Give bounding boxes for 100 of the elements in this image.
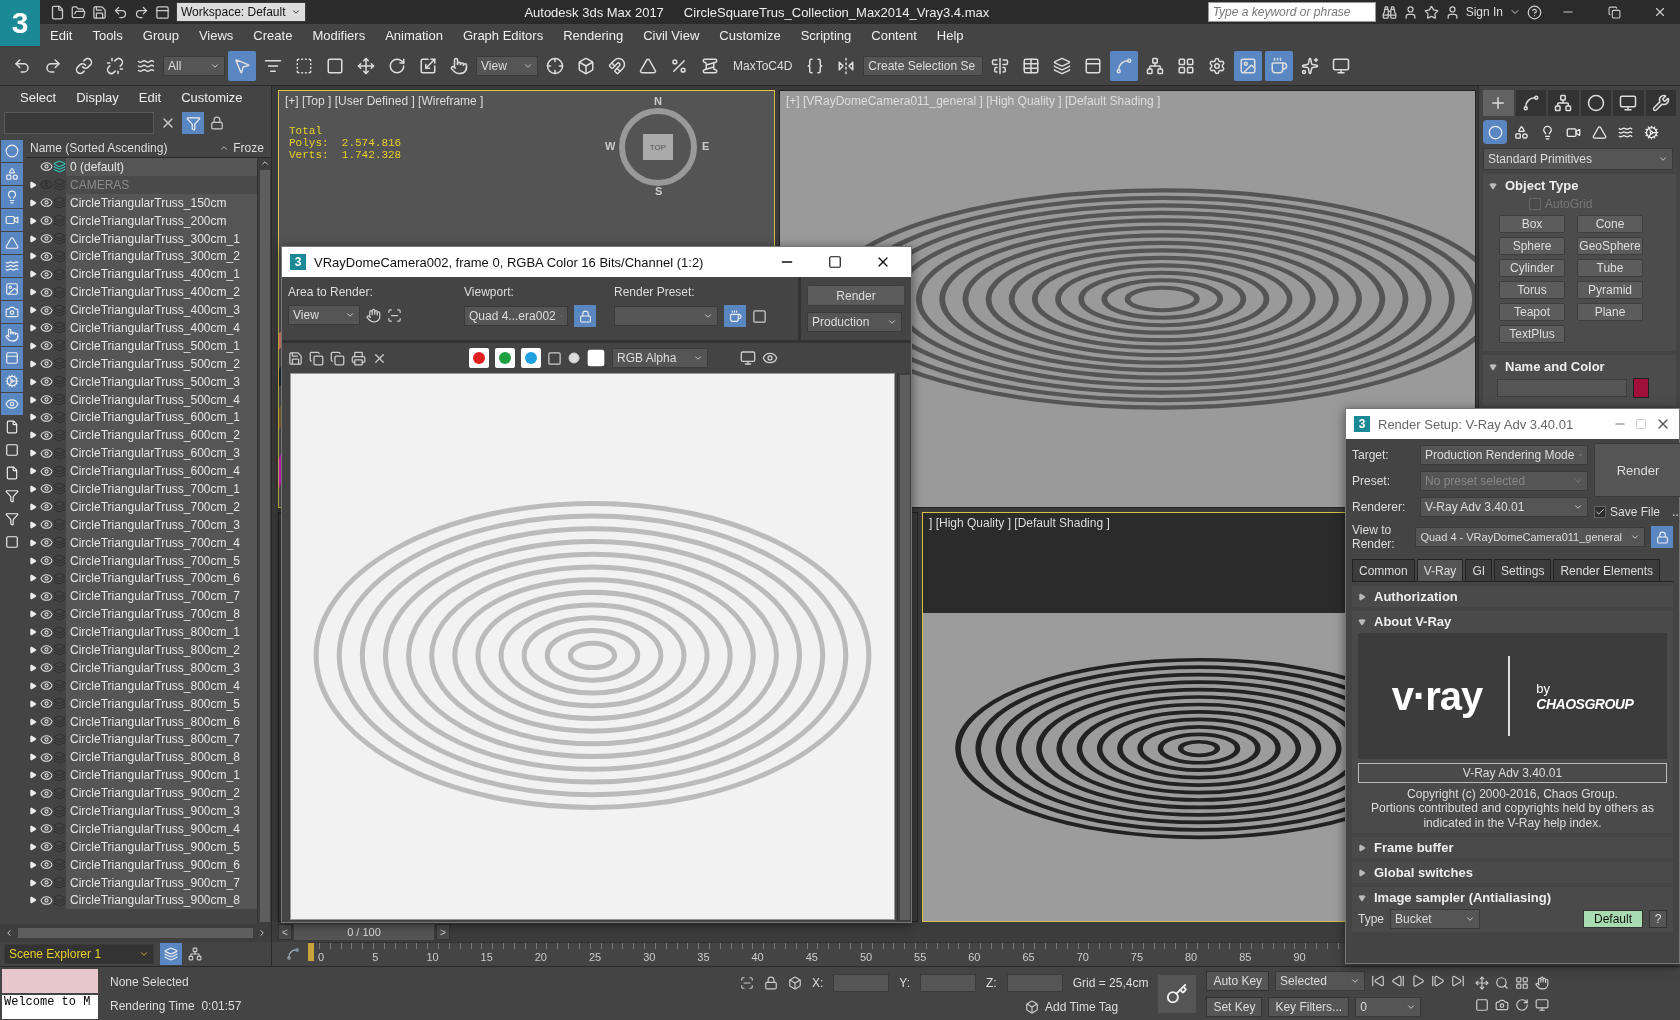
visibility-eye-icon[interactable] <box>40 554 53 568</box>
help-button[interactable]: ? <box>1649 910 1667 929</box>
visibility-eye-icon[interactable] <box>40 876 53 890</box>
swatch-icon[interactable] <box>586 348 606 368</box>
layer-name[interactable]: CircleTriangularTruss_800cm_1 <box>66 623 257 642</box>
layer-name[interactable]: CircleTriangularTruss_600cm_3 <box>66 444 257 463</box>
coordinate-field[interactable] <box>920 973 977 992</box>
primitive-button[interactable]: Box <box>1499 215 1565 233</box>
toolbar-dropdown[interactable]: All <box>163 55 225 76</box>
visibility-eye-icon[interactable] <box>40 750 53 764</box>
rollout-header[interactable]: Name and Color <box>1505 359 1605 374</box>
render-button[interactable]: Render <box>1594 443 1680 497</box>
visibility-eye-icon[interactable] <box>40 625 53 639</box>
rollout-header[interactable]: Authorization <box>1374 589 1458 604</box>
next-frame-icon[interactable] <box>1431 973 1446 988</box>
rollout-caret-icon[interactable] <box>1358 617 1366 626</box>
pointer-icon[interactable] <box>1 324 23 346</box>
new-file-icon[interactable] <box>50 4 65 20</box>
wrench-icon[interactable] <box>1645 90 1676 116</box>
copy-icon[interactable] <box>309 350 324 366</box>
lock-icon[interactable] <box>574 305 596 327</box>
viewcube-face[interactable]: TOP <box>643 134 673 160</box>
frame-marker[interactable] <box>308 943 314 961</box>
maximize-viewport-icon[interactable] <box>1535 997 1550 1012</box>
visibility-eye-icon[interactable] <box>40 428 53 442</box>
visibility-eye-icon[interactable] <box>40 643 53 657</box>
listener-field[interactable] <box>2 968 98 993</box>
primitive-button[interactable]: TextPlus <box>1499 325 1565 343</box>
viewport-label[interactable]: [+] [Top ] [User Defined ] [Wireframe ] <box>285 94 484 108</box>
visibility-eye-icon[interactable] <box>40 303 53 317</box>
view-dropdown[interactable]: Quad 4 - VRayDomeCamera011_general <box>1415 527 1646 547</box>
move-icon[interactable] <box>1475 975 1490 990</box>
visibility-eye-icon[interactable] <box>40 321 53 335</box>
pan-icon[interactable] <box>1535 975 1550 990</box>
menu-item[interactable]: Scripting <box>790 27 862 43</box>
save-icon[interactable] <box>288 350 303 366</box>
more-button[interactable]: ... <box>1672 505 1680 519</box>
menu-item[interactable]: Edit <box>40 27 83 43</box>
visibility-eye-icon[interactable] <box>40 589 53 603</box>
picture-icon[interactable] <box>1 278 23 300</box>
visibility-eye-icon[interactable] <box>40 375 53 389</box>
menu-item[interactable]: Customize <box>709 27 791 43</box>
default-button[interactable]: Default <box>1582 910 1643 929</box>
visibility-eye-icon[interactable] <box>40 715 53 729</box>
layer-name[interactable]: CircleTriangularTruss_900cm_3 <box>66 802 257 820</box>
region-icon[interactable] <box>387 307 402 323</box>
primitive-button[interactable]: GeoSphere <box>1577 237 1643 255</box>
auto-key-button[interactable]: Auto Key <box>1206 970 1270 991</box>
menu-item[interactable]: Graph Editors <box>452 27 554 43</box>
primitive-button[interactable]: Torus <box>1499 281 1565 299</box>
display-channel-dropdown[interactable]: RGB Alpha <box>612 348 708 368</box>
horizontal-scrollbar[interactable] <box>0 924 271 942</box>
category-dropdown[interactable]: Standard Primitives <box>1483 148 1673 170</box>
layer-name[interactable]: CircleTriangularTruss_400cm_3 <box>66 301 257 319</box>
scroll-up-icon[interactable] <box>259 158 270 168</box>
setting-dropdown[interactable]: Production Rendering Mode <box>1420 445 1588 465</box>
visibility-eye-icon[interactable] <box>40 160 53 174</box>
frame-icon[interactable] <box>1234 50 1263 81</box>
layer-name[interactable]: CircleTriangularTruss_700cm_6 <box>66 569 257 588</box>
rollout-header[interactable]: About V-Ray <box>1374 614 1452 629</box>
star-icon[interactable] <box>1423 4 1439 20</box>
key-mode-dropdown[interactable]: Selected <box>1275 970 1366 991</box>
menu-item[interactable]: Tools <box>82 27 133 43</box>
visibility-eye-icon[interactable] <box>40 339 53 353</box>
visibility-eye-icon[interactable] <box>40 822 53 836</box>
visibility-eye-icon[interactable] <box>40 768 53 782</box>
camera-body-icon[interactable] <box>1 301 23 323</box>
lightbulb-icon[interactable] <box>1 186 23 208</box>
go-to-start-icon[interactable] <box>1371 973 1386 988</box>
menu-item[interactable]: Content <box>861 27 927 43</box>
set-key-icon[interactable] <box>1158 974 1197 1013</box>
save-icon[interactable] <box>92 4 107 20</box>
print-icon[interactable] <box>351 350 366 366</box>
add-time-tag-link[interactable]: Add Time Tag <box>1045 999 1119 1014</box>
monochrome-icon[interactable] <box>568 352 580 364</box>
help-icon[interactable] <box>1527 4 1542 20</box>
menu-item[interactable]: Customize <box>171 89 253 105</box>
key-filters-button[interactable]: Key Filters... <box>1268 996 1350 1017</box>
layer-name[interactable]: CircleTriangularTruss_800cm_2 <box>66 641 257 659</box>
tab[interactable]: Common <box>1352 559 1415 581</box>
visibility-eye-icon[interactable] <box>40 536 53 550</box>
camera-icon[interactable] <box>1495 997 1510 1012</box>
undo-icon[interactable] <box>113 4 128 20</box>
visibility-eye-icon[interactable] <box>40 500 53 514</box>
rollout-caret-icon[interactable] <box>1489 362 1497 371</box>
menu-item[interactable]: Views <box>188 27 244 43</box>
toolbar-dropdown[interactable]: Create Selection Se <box>863 55 984 76</box>
column-header[interactable]: Froze <box>229 140 271 155</box>
eye-icon[interactable] <box>762 350 778 366</box>
curve-icon[interactable] <box>1515 90 1546 116</box>
visibility-eye-icon[interactable] <box>40 393 53 406</box>
visibility-eye-icon[interactable] <box>40 214 53 228</box>
zoom-all-icon[interactable] <box>1515 975 1530 990</box>
lock-icon[interactable] <box>1651 526 1673 548</box>
toolbar-dropdown[interactable]: View <box>476 55 538 76</box>
expand-triangle-icon[interactable] <box>29 807 37 815</box>
layer-name[interactable]: CircleTriangularTruss_400cm_2 <box>66 283 257 302</box>
tab[interactable]: Render Elements <box>1553 559 1661 581</box>
frame-field[interactable]: 0 <box>1355 996 1422 1017</box>
layer-name[interactable]: CircleTriangularTruss_400cm_1 <box>66 265 257 284</box>
